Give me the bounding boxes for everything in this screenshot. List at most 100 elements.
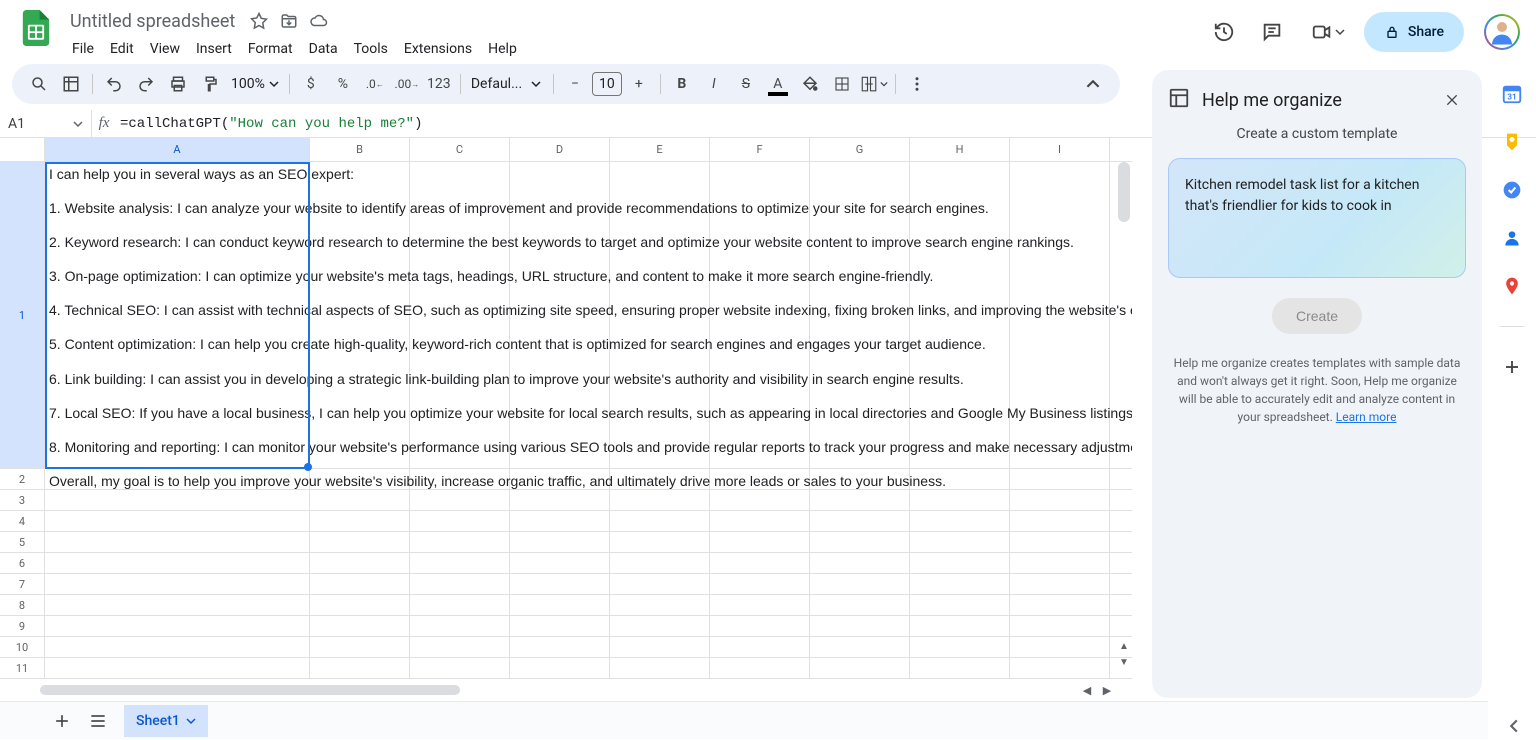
cell[interactable] xyxy=(610,637,710,657)
row-header[interactable]: 3 xyxy=(0,490,45,510)
cell[interactable] xyxy=(910,532,1010,552)
column-header[interactable]: B xyxy=(310,138,410,161)
menu-tools[interactable]: Tools xyxy=(346,37,396,61)
cell[interactable] xyxy=(710,553,810,573)
row-header[interactable]: 1 xyxy=(0,162,45,468)
paint-format-icon[interactable] xyxy=(195,69,225,99)
zoom-select[interactable]: 100% xyxy=(227,76,283,92)
cell[interactable] xyxy=(1010,658,1110,678)
share-button[interactable]: Share xyxy=(1364,12,1464,52)
cell[interactable] xyxy=(510,532,610,552)
borders-icon[interactable] xyxy=(827,69,857,99)
cell[interactable] xyxy=(410,553,510,573)
cell[interactable] xyxy=(310,574,410,594)
cell[interactable] xyxy=(810,595,910,615)
cell[interactable] xyxy=(710,637,810,657)
row-header[interactable]: 10 xyxy=(0,637,45,657)
column-header[interactable]: C xyxy=(410,138,510,161)
cell[interactable] xyxy=(310,637,410,657)
create-button[interactable]: Create xyxy=(1272,298,1362,334)
menu-view[interactable]: View xyxy=(142,37,188,61)
sheets-logo[interactable] xyxy=(16,8,56,48)
learn-more-link[interactable]: Learn more xyxy=(1336,410,1397,424)
add-sheet-icon[interactable] xyxy=(44,703,80,739)
row-header[interactable]: 2 xyxy=(0,469,45,489)
cell[interactable] xyxy=(410,637,510,657)
increase-font-icon[interactable]: + xyxy=(624,69,654,99)
fill-color-icon[interactable] xyxy=(795,69,825,99)
cell[interactable] xyxy=(910,511,1010,531)
keep-icon[interactable] xyxy=(1500,130,1524,154)
cell[interactable] xyxy=(310,595,410,615)
cell[interactable] xyxy=(410,511,510,531)
cell[interactable] xyxy=(45,553,310,573)
cell[interactable] xyxy=(810,616,910,636)
menu-file[interactable]: File xyxy=(64,37,102,61)
print-icon[interactable] xyxy=(163,69,193,99)
more-formats-button[interactable]: 123 xyxy=(424,69,454,99)
row-header[interactable]: 5 xyxy=(0,532,45,552)
cell[interactable] xyxy=(910,637,1010,657)
document-title[interactable]: Untitled spreadsheet xyxy=(64,9,241,34)
cell[interactable] xyxy=(710,658,810,678)
history-icon[interactable] xyxy=(1204,12,1244,52)
cell[interactable] xyxy=(310,658,410,678)
column-header[interactable]: D xyxy=(510,138,610,161)
cell[interactable] xyxy=(310,616,410,636)
cell[interactable] xyxy=(810,637,910,657)
row-header[interactable]: 8 xyxy=(0,595,45,615)
cell[interactable] xyxy=(45,658,310,678)
cell[interactable] xyxy=(810,532,910,552)
vscroll-up-icon[interactable]: ▲ xyxy=(1116,638,1132,654)
hide-sidepanel-icon[interactable] xyxy=(1500,712,1528,740)
italic-icon[interactable]: I xyxy=(699,69,729,99)
prompt-textarea[interactable]: Kitchen remodel task list for a kitchen … xyxy=(1168,158,1466,278)
strikethrough-icon[interactable]: S xyxy=(731,69,761,99)
hscroll-left-icon[interactable]: ◀ xyxy=(1078,682,1096,698)
column-header[interactable]: E xyxy=(610,138,710,161)
row-header[interactable]: 6 xyxy=(0,553,45,573)
star-icon[interactable] xyxy=(247,9,271,33)
cell[interactable] xyxy=(710,511,810,531)
hscroll-right-icon[interactable]: ▶ xyxy=(1098,682,1116,698)
spreadsheet-grid[interactable]: ABCDEFGHI 1234567891011 I can help you i… xyxy=(0,138,1132,698)
cell[interactable] xyxy=(810,574,910,594)
cell[interactable] xyxy=(910,658,1010,678)
cell[interactable] xyxy=(45,511,310,531)
cell[interactable] xyxy=(1010,553,1110,573)
cell[interactable] xyxy=(410,616,510,636)
maps-icon[interactable] xyxy=(1500,274,1524,298)
cell[interactable] xyxy=(610,658,710,678)
menu-data[interactable]: Data xyxy=(301,37,346,61)
column-header[interactable]: G xyxy=(810,138,910,161)
cell[interactable] xyxy=(1010,574,1110,594)
undo-icon[interactable] xyxy=(99,69,129,99)
more-toolbar-icon[interactable] xyxy=(902,69,932,99)
cell[interactable] xyxy=(1010,511,1110,531)
vscroll-down-icon[interactable]: ▼ xyxy=(1116,654,1132,670)
text-color-icon[interactable]: A xyxy=(763,69,793,99)
menu-format[interactable]: Format xyxy=(240,37,301,61)
contacts-icon[interactable] xyxy=(1500,226,1524,250)
cell[interactable] xyxy=(45,637,310,657)
cell[interactable] xyxy=(310,553,410,573)
sheet-tab[interactable]: Sheet1 xyxy=(124,705,208,737)
cell[interactable] xyxy=(710,616,810,636)
tasks-icon[interactable] xyxy=(1500,178,1524,202)
increase-decimal-icon[interactable]: .00→ xyxy=(392,69,422,99)
cell[interactable] xyxy=(510,616,610,636)
cloud-status-icon[interactable] xyxy=(307,9,331,33)
move-icon[interactable] xyxy=(277,9,301,33)
freeze-icon[interactable] xyxy=(56,69,86,99)
menu-edit[interactable]: Edit xyxy=(102,37,142,61)
cell[interactable] xyxy=(510,511,610,531)
cell[interactable] xyxy=(45,616,310,636)
cell[interactable] xyxy=(810,553,910,573)
cell[interactable] xyxy=(910,553,1010,573)
column-header[interactable]: A xyxy=(45,138,310,161)
cell[interactable] xyxy=(510,553,610,573)
cell[interactable] xyxy=(910,616,1010,636)
redo-icon[interactable] xyxy=(131,69,161,99)
cell[interactable] xyxy=(610,595,710,615)
cell[interactable] xyxy=(510,595,610,615)
